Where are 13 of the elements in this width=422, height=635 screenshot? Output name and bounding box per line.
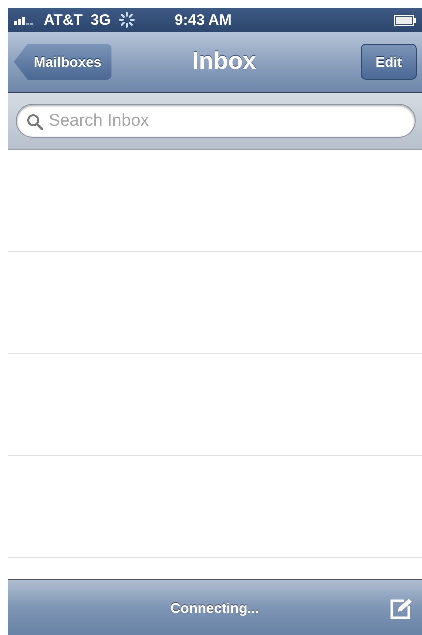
search-icon [27,114,43,130]
carrier-name: AT&T [44,12,83,28]
back-button[interactable]: Mailboxes [14,44,112,80]
connection-status: Connecting... [170,600,260,616]
activity-spinner-icon [118,12,135,28]
clock-time: 9:43 AM [174,12,232,28]
signal-icon [14,15,36,25]
edit-button[interactable]: Edit [361,44,417,80]
battery-icon [394,14,416,26]
screen-title: Inbox [191,48,258,76]
search-field[interactable]: Search Inbox [16,104,416,138]
compose-icon[interactable] [390,598,412,620]
network-type: 3G [90,12,111,28]
